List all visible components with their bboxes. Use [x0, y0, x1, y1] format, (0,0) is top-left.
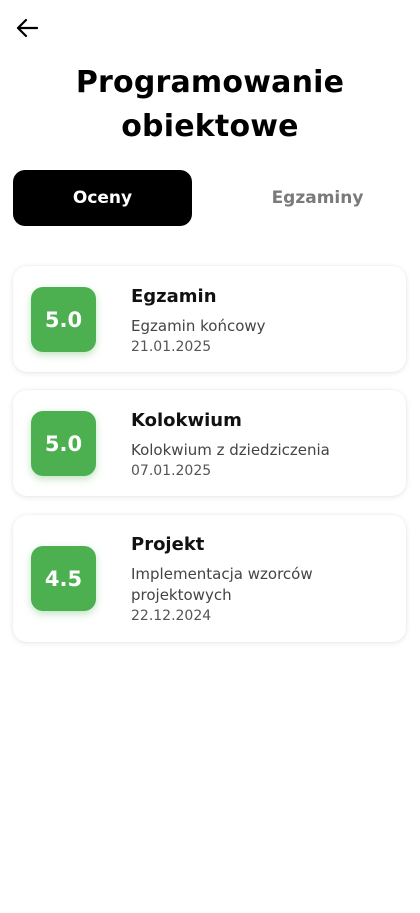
- grade-card[interactable]: 5.0 Egzamin Egzamin końcowy 21.01.2025: [13, 266, 406, 372]
- grade-name: Kolokwium: [131, 410, 242, 431]
- grade-date: 07.01.2025: [131, 463, 212, 479]
- grade-date: 21.01.2025: [131, 339, 212, 355]
- grade-description: Implementacja wzorców projektowych: [131, 563, 394, 606]
- page-title-line-1: Programowanie: [75, 65, 345, 100]
- grade-info: Egzamin Egzamin końcowy 21.01.2025: [131, 285, 394, 357]
- grade-card[interactable]: 5.0 Kolokwium Kolokwium z dziedziczenia …: [13, 390, 406, 496]
- grade-info: Projekt Implementacja wzorców projektowy…: [131, 533, 394, 626]
- grade-badge: 4.5: [31, 546, 96, 611]
- grades-screen: Programowanie obiektowe Oceny Egzaminy 5…: [0, 0, 420, 913]
- grade-card[interactable]: 4.5 Projekt Implementacja wzorców projek…: [13, 515, 406, 642]
- grade-badge: 5.0: [31, 411, 96, 476]
- grade-description: Egzamin końcowy: [131, 317, 266, 335]
- tab-bar: Oceny Egzaminy: [13, 170, 407, 226]
- grade-badge: 5.0: [31, 287, 96, 352]
- back-button[interactable]: [12, 17, 42, 43]
- grade-info: Kolokwium Kolokwium z dziedziczenia 07.0…: [131, 409, 394, 481]
- grade-description-line-2: projektowych: [131, 586, 232, 604]
- grade-name: Projekt: [131, 534, 205, 555]
- grade-description-line-1: Implementacja wzorców: [131, 565, 313, 583]
- page-title: Programowanie obiektowe: [0, 61, 420, 149]
- tab-egzaminy[interactable]: Egzaminy: [228, 170, 407, 226]
- tab-oceny[interactable]: Oceny: [13, 170, 192, 226]
- grade-name: Egzamin: [131, 286, 217, 307]
- arrow-left-icon: [16, 18, 39, 42]
- grade-description: Kolokwium z dziedziczenia: [131, 441, 330, 459]
- grade-date: 22.12.2024: [131, 608, 212, 624]
- page-title-line-2: obiektowe: [121, 109, 299, 144]
